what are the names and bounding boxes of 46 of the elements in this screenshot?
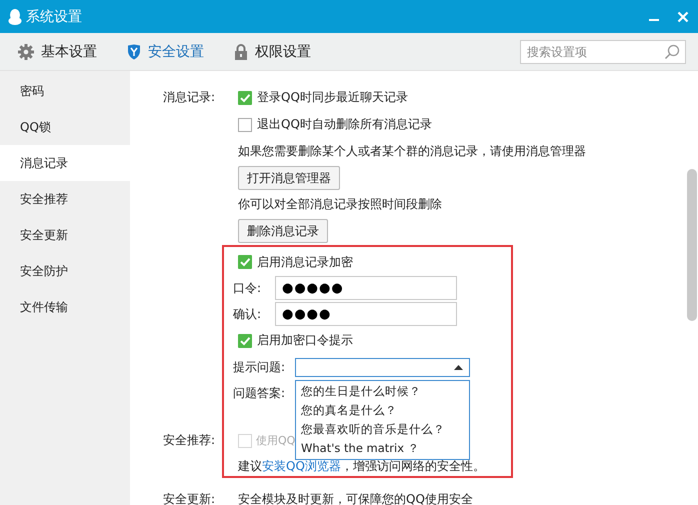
shield-icon	[127, 44, 141, 60]
dropdown-option[interactable]: What's the matrix ？	[296, 438, 469, 458]
minimize-icon	[649, 18, 659, 20]
checkbox-option[interactable]: 启用消息记录加密	[238, 254, 353, 270]
dropdown-arrow-icon	[454, 364, 463, 370]
dropdown-option[interactable]: 您的生日是什么时候？	[296, 382, 469, 400]
scrollbar-thumb[interactable]	[687, 169, 697, 321]
toolbar-tab[interactable]: 基本设置	[18, 42, 97, 60]
toolbar-tab[interactable]: 安全设置	[127, 42, 204, 60]
field-label: 问题答案:	[233, 384, 286, 402]
checkbox-option[interactable]: 登录QQ时同步最近聊天记录	[238, 89, 408, 106]
sidebar-item[interactable]: 文件传输	[0, 289, 130, 325]
sidebar-item[interactable]: QQ锁	[0, 109, 130, 145]
toolbar-tab[interactable]: 权限设置	[234, 42, 311, 60]
sidebar-item[interactable]: 安全推荐	[0, 181, 130, 217]
section-label: 消息记录:	[163, 90, 216, 104]
checkbox-option[interactable]: 退出QQ时自动删除所有消息记录	[238, 116, 432, 133]
dropdown-option[interactable]: 您最喜欢听的音乐是什么？	[296, 420, 469, 438]
hint-text: 你可以对全部消息记录按照时间段删除	[238, 196, 442, 213]
suggestion-text: 建议安装QQ浏览器，增强访问网络的安全性。	[238, 458, 485, 475]
delete-records-button[interactable]: 删除消息记录	[238, 219, 328, 243]
field-label: 确认:	[233, 306, 262, 322]
install-browser-link[interactable]: 安装QQ浏览器	[262, 459, 341, 473]
field-label: 提示问题:	[233, 358, 286, 376]
sidebar-item[interactable]: 安全更新	[0, 217, 130, 253]
sidebar-item[interactable]: 安全防护	[0, 253, 130, 289]
checkbox-option[interactable]: 启用加密口令提示	[238, 332, 353, 349]
close-icon	[677, 10, 689, 22]
update-text: 安全模块及时更新，可保障您的QQ使用安全	[238, 491, 473, 505]
search-field[interactable]: 搜索设置项	[520, 40, 686, 64]
section-label: 安全推荐:	[163, 433, 216, 447]
field-label: 口令:	[233, 280, 262, 296]
gear-icon	[18, 44, 34, 60]
close-button[interactable]	[676, 10, 690, 24]
penguin-icon	[8, 8, 22, 24]
lock-icon	[234, 44, 248, 60]
open-manager-button[interactable]: 打开消息管理器	[238, 166, 340, 190]
confirm-field[interactable]: ●●●●	[275, 302, 457, 326]
hint-text: 如果您需要删除某个人或者某个群的消息记录，请使用消息管理器	[238, 143, 586, 160]
section-label: 安全更新:	[163, 492, 216, 505]
window-title: 系统设置	[26, 8, 82, 26]
sidebar-item[interactable]: 消息记录	[0, 145, 130, 181]
password-field[interactable]: ●●●●●	[275, 276, 457, 300]
sidebar-item[interactable]: 密码	[0, 73, 130, 109]
search-icon	[664, 44, 680, 60]
dropdown-option[interactable]: 您的真名是什么？	[296, 400, 469, 420]
